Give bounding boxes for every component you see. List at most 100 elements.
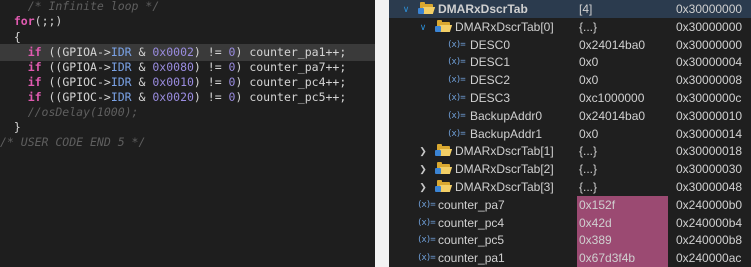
code-token: GPIOA-> — [62, 60, 111, 74]
variable-address: 0x30000008 — [676, 73, 743, 88]
variable-address: 0x30000000 — [676, 37, 743, 52]
code-token: if — [27, 90, 42, 104]
chevron-down-icon[interactable]: ∨ — [418, 18, 428, 36]
variable-row[interactable]: ∨ DMARxDscrTab[0] {...} 0x30000000 — [389, 18, 751, 36]
variable-row[interactable]: (x)= BackupAddr0 0x24014ba0 0x30000010 — [389, 107, 751, 125]
variable-address: 0x30000010 — [676, 108, 743, 123]
variable-name: DESC3 — [470, 91, 511, 105]
code-token: if — [27, 45, 42, 59]
variable-name: counter_pc4 — [438, 215, 505, 230]
variable-value[interactable]: 0x24014ba0 — [579, 36, 645, 54]
variable-value[interactable]: 0x24014ba0 — [579, 107, 645, 125]
code-token: (( — [41, 90, 63, 104]
variable-value[interactable]: 0x389 — [579, 231, 612, 249]
variable-value[interactable]: 0xc1000000 — [579, 89, 644, 107]
code-token: GPIOA-> — [62, 45, 111, 59]
code-token: if — [27, 75, 42, 89]
variable-value[interactable]: {...} — [579, 160, 597, 178]
variable-icon: (x)= — [447, 57, 466, 68]
variable-address: 0x240000b8 — [676, 233, 743, 248]
variable-value[interactable]: 0x0 — [579, 125, 598, 143]
variable-name: DMARxDscrTab[2] — [455, 162, 554, 177]
code-token: (;;) — [34, 14, 63, 28]
variable-row[interactable]: (x)= counter_pc4 0x42d 0x240000b4 — [389, 213, 751, 232]
variable-name: BackupAddr1 — [470, 126, 543, 141]
variable-row[interactable]: ❯ DMARxDscrTab[2] {...} 0x30000030 — [389, 160, 751, 178]
code-token: & — [131, 90, 153, 104]
variable-value[interactable]: {...} — [579, 178, 597, 196]
code-token: (( — [41, 60, 63, 74]
code-token: ) counter_pa1++; — [235, 45, 347, 59]
variable-icon: (x)= — [447, 110, 466, 121]
chevron-right-icon[interactable]: ❯ — [418, 178, 428, 196]
variable-icon: (x)= — [447, 75, 466, 86]
variable-icon: (x)= — [447, 128, 466, 139]
variable-address: 0x30000030 — [676, 162, 743, 177]
code-token: { — [0, 30, 21, 44]
variable-value[interactable]: 0x0 — [579, 53, 598, 71]
code-line[interactable]: for(;;) — [0, 13, 375, 30]
variable-address: 0x30000000 — [676, 2, 743, 16]
variable-value[interactable]: 0x0 — [579, 71, 598, 89]
variable-address: 0x30000000 — [676, 19, 743, 34]
code-token: } — [0, 120, 21, 134]
variable-name: DESC2 — [470, 73, 511, 88]
chevron-down-icon[interactable]: ∨ — [401, 0, 411, 18]
code-editor[interactable]: /* Infinite loop */ for(;;) { if ((GPIOA… — [0, 0, 375, 267]
code-token: & — [131, 75, 153, 89]
code-token: /* USER CODE END 5 */ — [0, 135, 146, 149]
code-token: 0x0002 — [152, 45, 194, 59]
variable-row[interactable]: ❯ DMARxDscrTab[3] {...} 0x30000048 — [389, 178, 751, 196]
code-token: for — [13, 14, 35, 28]
chevron-right-icon[interactable]: ❯ — [418, 142, 428, 160]
variable-name: counter_pa1 — [438, 251, 505, 266]
code-token: & — [131, 60, 153, 74]
variable-value[interactable]: [4] — [579, 0, 592, 18]
variable-row[interactable]: (x)= DESC3 0xc1000000 0x3000000c — [389, 89, 751, 107]
variable-value[interactable]: 0x152f — [579, 196, 615, 214]
variable-icon: (x)= — [417, 253, 436, 264]
variable-address: 0x30000048 — [676, 180, 743, 194]
variable-row[interactable]: (x)= DESC2 0x0 0x30000008 — [389, 71, 751, 89]
variable-value[interactable]: 0x42d — [579, 214, 612, 232]
variable-value[interactable]: {...} — [579, 142, 597, 160]
variable-row[interactable]: (x)= DESC0 0x24014ba0 0x30000000 — [389, 36, 751, 54]
variable-row[interactable]: (x)= BackupAddr1 0x0 0x30000014 — [389, 125, 751, 143]
chevron-right-icon[interactable]: ❯ — [418, 160, 428, 178]
variable-name: DESC1 — [470, 55, 511, 70]
live-expressions-tree[interactable]: ∨ DMARxDscrTab [4] 0x30000000 ∨ DMARxDscrTab[… — [389, 0, 751, 267]
variable-name: BackupAddr0 — [470, 108, 543, 123]
variable-icon: (x)= — [417, 235, 436, 246]
code-line[interactable]: /* USER CODE END 5 */ — [0, 134, 375, 151]
variable-value[interactable]: 0x67d3f4b — [579, 249, 635, 267]
code-token: ) != — [193, 90, 229, 104]
pane-divider[interactable] — [375, 0, 389, 267]
variable-address: 0x30000014 — [676, 126, 743, 141]
variable-icon: (x)= — [447, 39, 466, 50]
variable-address: 0x30000004 — [676, 55, 743, 70]
variable-name: DMARxDscrTab[0] — [455, 19, 554, 34]
variable-row[interactable]: (x)= counter_pc5 0x389 0x240000b8 — [389, 231, 751, 250]
code-token: ) != — [193, 75, 229, 89]
code-token: & — [131, 45, 153, 59]
code-token: /* Infinite loop */ — [0, 0, 160, 13]
code-token: (( — [41, 45, 63, 59]
code-token: IDR — [110, 45, 132, 59]
variable-value[interactable]: {...} — [579, 18, 597, 36]
code-token: ) != — [193, 60, 229, 74]
variable-row[interactable]: ∨ DMARxDscrTab [4] 0x30000000 — [389, 0, 751, 18]
variable-row[interactable]: (x)= counter_pa7 0x152f 0x240000b0 — [389, 195, 751, 214]
code-token: 0x0080 — [152, 60, 194, 74]
variable-address: 0x240000b0 — [676, 197, 743, 212]
code-token: ) counter_pa7++; — [235, 60, 347, 74]
folder-icon — [435, 144, 453, 157]
variable-icon: (x)= — [417, 199, 436, 210]
code-token: if — [27, 60, 42, 74]
folder-icon — [435, 162, 453, 175]
variable-row[interactable]: (x)= DESC1 0x0 0x30000004 — [389, 53, 751, 71]
variable-row[interactable]: (x)= counter_pa1 0x67d3f4b 0x240000ac — [389, 249, 751, 267]
variable-row[interactable]: ❯ DMARxDscrTab[1] {...} 0x30000018 — [389, 142, 751, 160]
